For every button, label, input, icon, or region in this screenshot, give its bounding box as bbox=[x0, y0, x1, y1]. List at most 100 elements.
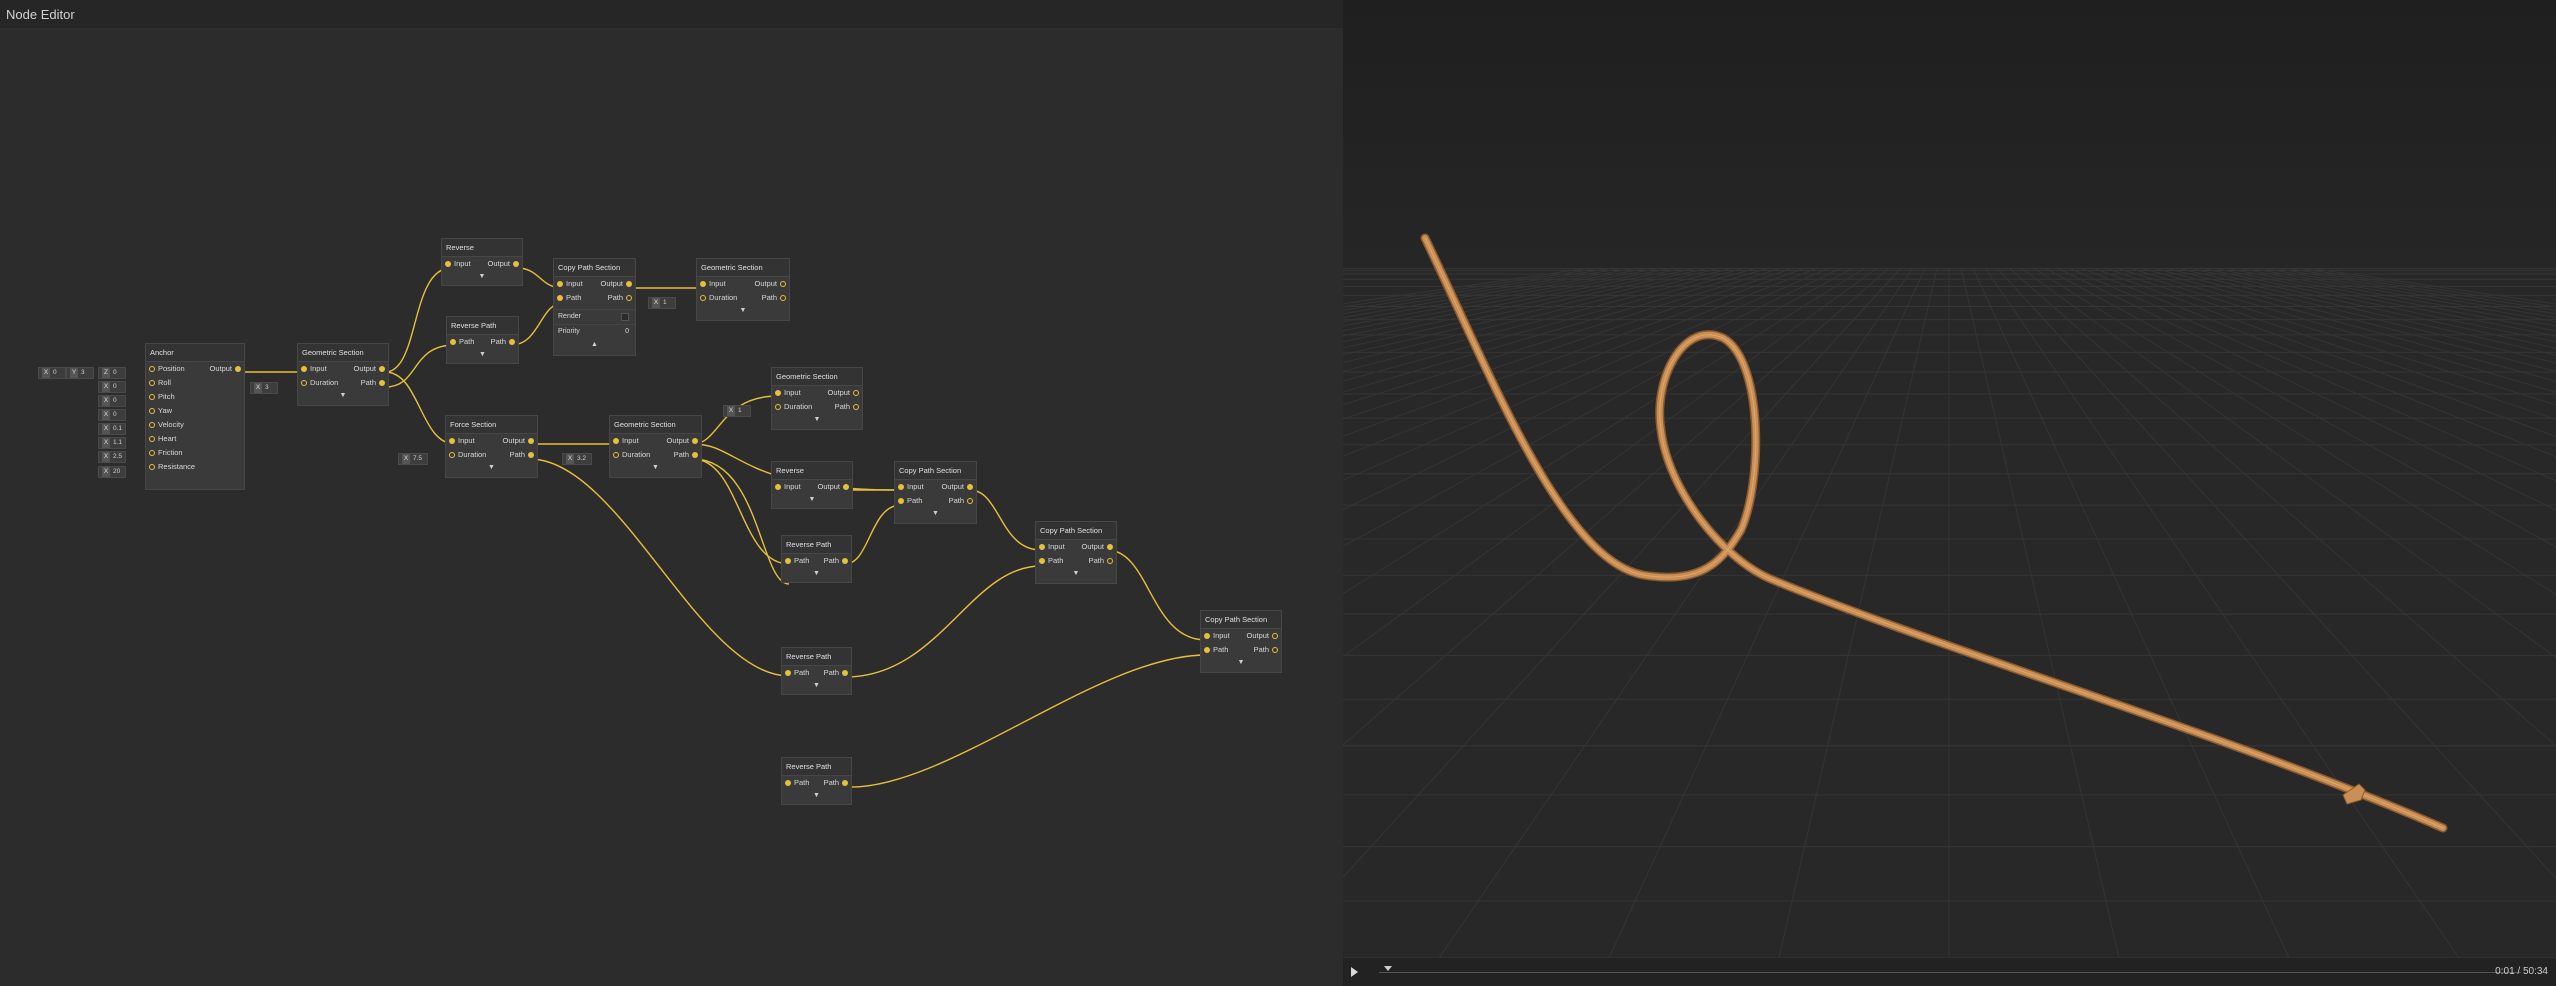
resistance-field[interactable]: X 20 bbox=[98, 466, 126, 478]
input-port[interactable] bbox=[149, 408, 155, 414]
input-port[interactable] bbox=[775, 404, 781, 410]
reverse-path-node[interactable]: Reverse Path Path Path ▼ bbox=[781, 535, 852, 583]
geometric-section-node[interactable]: Geometric Section Input Output Duration Pa… bbox=[609, 415, 702, 478]
duration-field[interactable]: X3 bbox=[250, 382, 278, 394]
scene-canvas[interactable] bbox=[1343, 0, 2556, 958]
input-port[interactable] bbox=[445, 261, 451, 267]
duration-field[interactable]: X 3.2 bbox=[562, 453, 592, 465]
render-checkbox[interactable] bbox=[621, 313, 629, 321]
input-port[interactable] bbox=[1204, 647, 1210, 653]
velocity-field[interactable]: X 0.1 bbox=[98, 423, 126, 435]
collapse-toggle[interactable]: ▲ bbox=[554, 339, 635, 351]
output-port[interactable] bbox=[843, 484, 849, 490]
collapse-toggle[interactable]: ▼ bbox=[782, 790, 851, 802]
heart-field[interactable]: X 1.1 bbox=[98, 437, 126, 449]
pitch-field[interactable]: X0 bbox=[98, 395, 126, 407]
input-port[interactable] bbox=[700, 281, 706, 287]
collapse-toggle[interactable]: ▼ bbox=[782, 680, 851, 692]
input-port[interactable] bbox=[557, 281, 563, 287]
output-port[interactable] bbox=[853, 390, 859, 396]
input-port[interactable] bbox=[301, 366, 307, 372]
output-port[interactable] bbox=[626, 295, 632, 301]
output-port[interactable] bbox=[1107, 558, 1113, 564]
copy-path-section-node[interactable]: Copy Path Section Input Output Path Path ▼ bbox=[894, 461, 977, 524]
output-port[interactable] bbox=[967, 484, 973, 490]
position-y-field[interactable]: Y3 bbox=[66, 367, 94, 379]
input-port[interactable] bbox=[1039, 544, 1045, 550]
output-port[interactable] bbox=[967, 498, 973, 504]
output-port[interactable] bbox=[235, 366, 241, 372]
yaw-field[interactable]: X0 bbox=[98, 409, 126, 421]
collapse-toggle[interactable]: ▼ bbox=[298, 390, 388, 402]
output-port[interactable] bbox=[513, 261, 519, 267]
priority-value[interactable]: 0 bbox=[625, 325, 629, 339]
copy-path-section-node[interactable]: Copy Path Section Input Output Path Path ▼ bbox=[1035, 521, 1117, 584]
collapse-toggle[interactable]: ▼ bbox=[447, 349, 518, 361]
geometric-section-node[interactable]: Geometric Section Input Output Duration Pa… bbox=[297, 343, 389, 406]
reverse-node[interactable]: Reverse Input Output ▼ bbox=[441, 238, 523, 286]
collapse-toggle[interactable]: ▼ bbox=[1036, 568, 1116, 580]
geometric-section-node[interactable]: Geometric Section Input Output Duration Pa… bbox=[696, 258, 790, 321]
output-port[interactable] bbox=[692, 452, 698, 458]
output-port[interactable] bbox=[842, 558, 848, 564]
collapse-toggle[interactable]: ▼ bbox=[772, 494, 852, 506]
input-port[interactable] bbox=[149, 366, 155, 372]
input-port[interactable] bbox=[450, 339, 456, 345]
3d-viewport[interactable] bbox=[1343, 0, 2556, 986]
geometric-section-node[interactable]: Geometric Section Input Output Duration Pa… bbox=[771, 367, 863, 430]
input-port[interactable] bbox=[775, 484, 781, 490]
output-port[interactable] bbox=[780, 281, 786, 287]
collapse-toggle[interactable]: ▼ bbox=[697, 305, 789, 317]
input-port[interactable] bbox=[449, 438, 455, 444]
input-port[interactable] bbox=[613, 438, 619, 444]
collapse-toggle[interactable]: ▼ bbox=[1201, 657, 1281, 669]
input-port[interactable] bbox=[775, 390, 781, 396]
reverse-node[interactable]: Reverse Input Output ▼ bbox=[771, 461, 853, 509]
collapse-toggle[interactable]: ▼ bbox=[772, 414, 862, 426]
force-section-node[interactable]: Force Section Input Output Duration Path ▼ bbox=[445, 415, 538, 478]
output-port[interactable] bbox=[853, 404, 859, 410]
collapse-toggle[interactable]: ▼ bbox=[610, 462, 701, 474]
output-port[interactable] bbox=[1272, 647, 1278, 653]
play-button[interactable] bbox=[1351, 967, 1358, 977]
output-port[interactable] bbox=[528, 452, 534, 458]
input-port[interactable] bbox=[301, 380, 307, 386]
input-port[interactable] bbox=[1039, 558, 1045, 564]
copy-path-section-node[interactable]: Copy Path Section Input Output Path Path R… bbox=[553, 258, 636, 356]
collapse-toggle[interactable]: ▼ bbox=[446, 462, 537, 474]
copy-path-section-node[interactable]: Copy Path Section Input Output Path Path ▼ bbox=[1200, 610, 1282, 673]
input-port[interactable] bbox=[149, 436, 155, 442]
output-port[interactable] bbox=[1272, 633, 1278, 639]
input-port[interactable] bbox=[149, 394, 155, 400]
reverse-path-node[interactable]: Reverse Path Path Path ▼ bbox=[781, 647, 852, 695]
duration-field[interactable]: X 7.5 bbox=[398, 453, 428, 465]
output-port[interactable] bbox=[626, 281, 632, 287]
input-port[interactable] bbox=[149, 422, 155, 428]
collapse-toggle[interactable]: ▼ bbox=[442, 271, 522, 283]
output-port[interactable] bbox=[509, 339, 515, 345]
collapse-toggle[interactable]: ▼ bbox=[782, 568, 851, 580]
input-port[interactable] bbox=[613, 452, 619, 458]
output-port[interactable] bbox=[842, 670, 848, 676]
timeline-playhead[interactable] bbox=[1384, 966, 1392, 971]
input-port[interactable] bbox=[557, 295, 563, 301]
collapse-toggle[interactable]: ▼ bbox=[895, 508, 976, 520]
reverse-path-node[interactable]: Reverse Path Path Path ▼ bbox=[446, 316, 519, 364]
friction-field[interactable]: X 2.5 bbox=[98, 451, 126, 463]
position-x-field[interactable]: X0 bbox=[38, 367, 66, 379]
duration-field[interactable]: X1 bbox=[723, 405, 751, 417]
output-port[interactable] bbox=[379, 366, 385, 372]
node-editor-panel[interactable]: Node Editor Anchor Position Output Roll … bbox=[0, 0, 1343, 986]
input-port[interactable] bbox=[785, 780, 791, 786]
input-port[interactable] bbox=[898, 484, 904, 490]
input-port[interactable] bbox=[449, 452, 455, 458]
output-port[interactable] bbox=[692, 438, 698, 444]
timeline-scrubber[interactable] bbox=[1379, 972, 2521, 973]
position-z-field[interactable]: Z0 bbox=[98, 367, 126, 379]
input-port[interactable] bbox=[149, 464, 155, 470]
duration-field[interactable]: X1 bbox=[648, 297, 676, 309]
input-port[interactable] bbox=[700, 295, 706, 301]
input-port[interactable] bbox=[149, 450, 155, 456]
output-port[interactable] bbox=[528, 438, 534, 444]
input-port[interactable] bbox=[1204, 633, 1210, 639]
